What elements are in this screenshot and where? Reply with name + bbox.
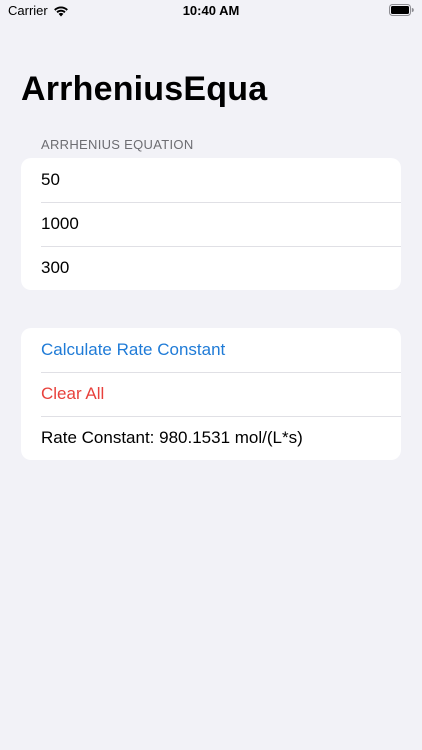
battery-icon	[389, 4, 414, 16]
status-time: 10:40 AM	[182, 3, 240, 18]
input-field-3[interactable]	[41, 258, 381, 278]
page-title: ArrheniusEqua	[21, 70, 268, 108]
input-row-1	[21, 158, 401, 202]
clear-all-button[interactable]: Clear All	[21, 372, 401, 416]
input-row-3	[21, 246, 401, 290]
status-bar: Carrier 10:40 AM	[0, 0, 422, 22]
input-field-2[interactable]	[41, 214, 381, 234]
section-header: ARRHENIUS EQUATION	[41, 137, 194, 152]
rate-constant-result: Rate Constant: 980.1531 mol/(L*s)	[21, 416, 401, 460]
inputs-card	[21, 158, 401, 290]
input-field-1[interactable]	[41, 170, 381, 190]
actions-card: Calculate Rate Constant Clear All Rate C…	[21, 328, 401, 460]
input-row-2	[21, 202, 401, 246]
calculate-button[interactable]: Calculate Rate Constant	[21, 328, 401, 372]
